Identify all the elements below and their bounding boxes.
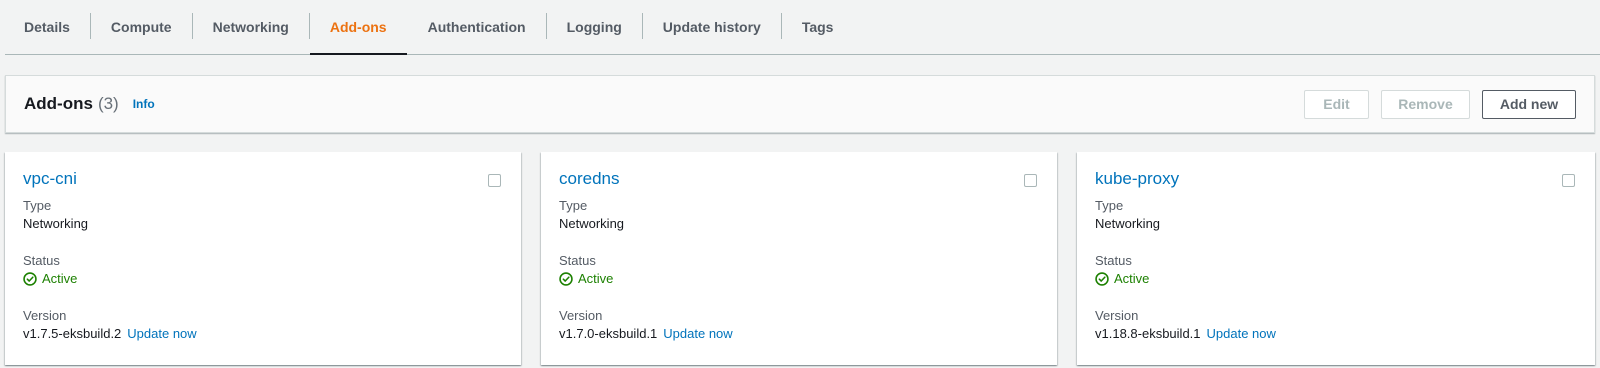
- check-circle-icon: [559, 272, 573, 286]
- type-field: Type Networking: [1095, 197, 1577, 233]
- tab-update-history[interactable]: Update history: [643, 0, 781, 54]
- version-value: v1.7.5-eksbuild.2 Update now: [23, 325, 503, 343]
- status-label: Status: [1095, 253, 1132, 268]
- status-value: Active: [559, 270, 1039, 288]
- tab-compute[interactable]: Compute: [91, 0, 192, 54]
- add-ons-header: Add-ons (3) Info Edit Remove Add new: [5, 75, 1595, 133]
- update-now-link[interactable]: Update now: [127, 326, 196, 341]
- addon-card-vpc-cni: vpc-cni Type Networking Status Active Ve…: [5, 152, 521, 365]
- type-value: Networking: [559, 216, 625, 231]
- tab-authentication[interactable]: Authentication: [408, 0, 546, 54]
- addon-name-link[interactable]: kube-proxy: [1095, 169, 1179, 189]
- header-actions: Edit Remove Add new: [1304, 89, 1576, 119]
- type-label: Type: [23, 198, 52, 213]
- version-value: v1.7.0-eksbuild.1 Update now: [559, 325, 1039, 343]
- check-circle-icon: [23, 272, 37, 286]
- addon-name-link[interactable]: coredns: [559, 169, 619, 189]
- status-value: Active: [23, 270, 503, 288]
- version-field: Version v1.7.5-eksbuild.2 Update now: [23, 307, 503, 343]
- version-label: Version: [23, 308, 67, 323]
- addon-name-link[interactable]: vpc-cni: [23, 169, 77, 189]
- status-text: Active: [578, 271, 614, 286]
- type-value: Networking: [23, 216, 89, 231]
- add-ons-count: (3): [97, 94, 119, 113]
- version-text: v1.7.0-eksbuild.1: [559, 326, 658, 341]
- status-text: Active: [42, 271, 78, 286]
- tab-tags[interactable]: Tags: [782, 0, 854, 54]
- update-now-link[interactable]: Update now: [663, 326, 732, 341]
- addon-select-checkbox[interactable]: [1024, 174, 1037, 187]
- version-value: v1.18.8-eksbuild.1 Update now: [1095, 325, 1577, 343]
- version-text: v1.7.5-eksbuild.2: [23, 326, 122, 341]
- status-field: Status Active: [1095, 252, 1577, 288]
- status-field: Status Active: [23, 252, 503, 288]
- edit-button[interactable]: Edit: [1304, 89, 1369, 119]
- addon-select-checkbox[interactable]: [488, 174, 501, 187]
- add-new-button[interactable]: Add new: [1482, 89, 1576, 119]
- info-link[interactable]: Info: [133, 97, 155, 111]
- tab-networking[interactable]: Networking: [193, 0, 309, 54]
- check-circle-icon: [1095, 272, 1109, 286]
- tab-add-ons[interactable]: Add-ons: [309, 0, 407, 55]
- type-field: Type Networking: [559, 197, 1039, 233]
- status-label: Status: [23, 253, 60, 268]
- version-field: Version v1.7.0-eksbuild.1 Update now: [559, 307, 1039, 343]
- remove-button[interactable]: Remove: [1381, 89, 1470, 119]
- status-label: Status: [559, 253, 596, 268]
- status-text: Active: [1114, 271, 1150, 286]
- status-value: Active: [1095, 270, 1577, 288]
- addon-card-coredns: coredns Type Networking Status Active Ve…: [541, 152, 1057, 365]
- update-now-link[interactable]: Update now: [1207, 326, 1276, 341]
- type-value: Networking: [1095, 216, 1161, 231]
- tab-logging[interactable]: Logging: [547, 0, 642, 54]
- tab-bar: Details Compute Networking Add-ons Authe…: [5, 0, 1600, 55]
- addon-card-kube-proxy: kube-proxy Type Networking Status Active…: [1077, 152, 1595, 365]
- version-label: Version: [1095, 308, 1139, 323]
- type-label: Type: [1095, 198, 1124, 213]
- tab-details[interactable]: Details: [5, 0, 90, 54]
- version-label: Version: [559, 308, 603, 323]
- type-label: Type: [559, 198, 588, 213]
- status-field: Status Active: [559, 252, 1039, 288]
- addon-select-checkbox[interactable]: [1562, 174, 1575, 187]
- page-title: Add-ons: [24, 94, 93, 113]
- version-field: Version v1.18.8-eksbuild.1 Update now: [1095, 307, 1577, 343]
- type-field: Type Networking: [23, 197, 503, 233]
- version-text: v1.18.8-eksbuild.1: [1095, 326, 1201, 341]
